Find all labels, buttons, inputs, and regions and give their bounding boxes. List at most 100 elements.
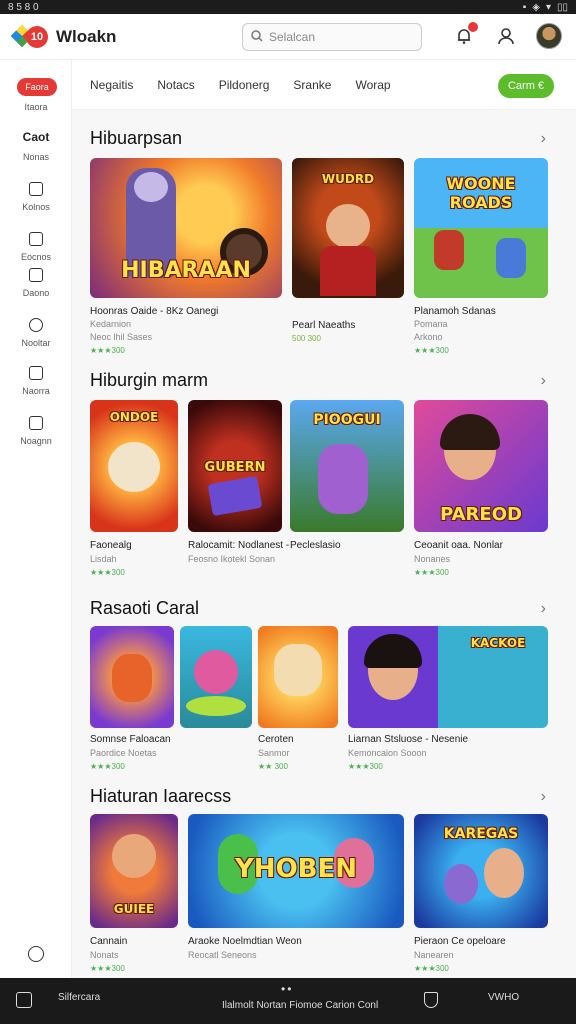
game-rating: ★★★300 — [90, 762, 125, 771]
sidebar-help[interactable] — [0, 946, 72, 968]
app-logo[interactable]: 10 — [10, 22, 48, 52]
sidebar-item-apps[interactable]: Kolnos — [0, 182, 72, 212]
game-rating: ★★★300 — [414, 568, 449, 577]
tab-0[interactable]: Negaitis — [90, 78, 133, 92]
game-thumbnail: WUDRD — [292, 158, 404, 298]
tab-4[interactable]: Worap — [355, 78, 390, 92]
game-art-caption: YHOBEN — [234, 854, 358, 884]
section-1: Hiburgin marm › ONDOE Faonealg Lisdah ★★… — [72, 360, 576, 600]
game-title: Pearl Naeaths — [292, 320, 356, 331]
game-art-caption: PIOOGUI — [313, 412, 381, 428]
game-rating: ★★★300 — [90, 964, 125, 973]
sidebar-item-library[interactable]: Naorra — [0, 366, 72, 396]
game-thumbnail: GUBERN — [188, 400, 282, 532]
game-subtitle-2: Arkono — [414, 332, 443, 342]
sidebar-item-kids[interactable]: Nooltar — [0, 318, 72, 348]
game-title: Liarnan Stsluose - Nesenie — [348, 734, 469, 745]
bottom-bar: Silfercara •• Ilalmolt Nortan Fiomoe Car… — [0, 978, 576, 1024]
game-thumbnail — [258, 626, 338, 728]
sidebar-heading: Caot — [22, 130, 50, 144]
sidebar-item-label: Nooltar — [21, 338, 51, 348]
game-subtitle: Lisdah — [90, 554, 117, 564]
sidebar-item-home[interactable]: Itaora — [0, 102, 72, 112]
game-subtitle: Nonanes — [414, 554, 451, 564]
chevron-right-icon[interactable]: › — [541, 600, 546, 618]
app-header: 10 Wloakn Selalcan — [0, 14, 576, 60]
sidebar-item-label: Kolnos — [22, 202, 50, 212]
game-thumbnail: HIBARAAN — [90, 158, 282, 298]
sidebar-item-offers[interactable]: Noagnn — [0, 416, 72, 446]
header-actions — [452, 22, 562, 49]
sidebar-active-pill[interactable]: Faora — [17, 78, 57, 96]
grid-icon — [29, 182, 43, 196]
section-title: Hibuarpsan — [90, 128, 183, 148]
game-subtitle: Kemoncaion Sooon — [348, 748, 427, 758]
sidebar-item-movies[interactable]: Eocnos — [0, 232, 72, 262]
section-0: Hibuarpsan › HIBARAAN Hoonras Oaide - 8K… — [72, 110, 576, 360]
game-subtitle: Nanearen — [414, 950, 454, 960]
section-title: Hiburgin marm — [90, 370, 209, 390]
search-input[interactable]: Selalcan — [242, 23, 422, 51]
game-subtitle: Reocatl Seneons — [188, 950, 257, 960]
bottom-home-button[interactable] — [16, 992, 32, 1008]
game-subtitle: Pomana — [414, 319, 448, 329]
game-art-caption: HIBARAAN — [121, 258, 251, 283]
section-2: Rasaoti Caral › Somnse Faloacan Paordice… — [72, 588, 576, 778]
section-title: Hiaturan Iaarecss — [90, 786, 232, 806]
section-title: Rasaoti Caral — [90, 598, 200, 618]
chevron-right-icon[interactable]: › — [541, 130, 546, 148]
library-icon — [29, 366, 43, 380]
game-title: Faonealg — [90, 540, 132, 551]
sidebar-item-label: Daono — [22, 288, 50, 298]
sidebar-item-games[interactable]: Caot Nonas — [0, 130, 72, 162]
game-subtitle: Paordice Noetas — [90, 748, 157, 758]
notification-icon: ▪ — [522, 1, 527, 13]
tab-2[interactable]: Pildonerg — [219, 78, 270, 92]
tab-3[interactable]: Sranke — [293, 78, 331, 92]
game-subtitle: Kedarnion — [90, 319, 132, 329]
profile-button[interactable] — [494, 24, 518, 48]
bottom-shield-button[interactable] — [424, 992, 438, 1008]
wifi-icon: ▾ — [545, 1, 551, 13]
bottom-right-label[interactable]: VWHO — [488, 992, 519, 1003]
game-thumbnail — [180, 626, 252, 728]
chevron-right-icon[interactable]: › — [541, 788, 546, 806]
game-thumbnail: WOONE ROADS — [414, 158, 548, 298]
bottom-center-label[interactable]: Ilalmolt Nortan Fiomoe Carion Conl — [222, 1000, 378, 1011]
avatar[interactable] — [536, 23, 562, 49]
game-art-caption: GUBERN — [204, 460, 266, 475]
chevron-right-icon[interactable]: › — [541, 372, 546, 390]
game-art-caption: WUDRD — [321, 172, 375, 186]
search-icon — [251, 29, 263, 45]
sidebar-item-label: Nonas — [22, 152, 49, 162]
game-subtitle-2: Neoc lhil Sases — [90, 332, 153, 342]
more-dots-icon[interactable]: •• — [281, 982, 293, 996]
game-rating: ★★★300 — [414, 346, 449, 355]
game-title: Cannain — [90, 936, 128, 947]
notifications-button[interactable] — [452, 22, 478, 48]
game-art-caption: WOONE ROADS — [446, 174, 516, 212]
game-title: Hoonras Oaide - 8Kz Oanegi — [90, 306, 219, 317]
game-thumbnail: KACKOE — [348, 626, 548, 728]
bottom-center-text: Ilalmolt Nortan Fiomoe Carion Conl — [222, 1000, 379, 1011]
game-art-caption: KACKOE — [470, 636, 526, 650]
game-art-caption: ONDOE — [109, 410, 159, 424]
sidebar-item-label: Eocnos — [20, 252, 52, 262]
brand-name: Wloakn — [56, 26, 117, 46]
game-title: Somnse Faloacan — [90, 734, 171, 745]
sidebar-item-books[interactable]: Daono — [0, 268, 72, 298]
bottom-left-label[interactable]: Silfercara — [58, 992, 100, 1003]
status-time: 8 5 8 0 — [8, 1, 39, 13]
tabs-cta-button[interactable]: Carm € — [498, 74, 554, 98]
game-title: Pieraon Ce opeloare — [414, 936, 506, 947]
status-icons: ▪ ◈ ▾ ▯▯ — [523, 2, 568, 13]
game-title: Ceroten — [258, 734, 294, 745]
tab-1[interactable]: Notacs — [157, 78, 194, 92]
game-rating: ★★★300 — [414, 964, 449, 973]
game-title: Araoke Noelmdtian Weon — [188, 936, 302, 947]
location-icon: ◈ — [532, 1, 540, 13]
status-bar: 8 5 8 0 ▪ ◈ ▾ ▯▯ — [0, 0, 576, 14]
game-thumbnail: PAREOD — [414, 400, 548, 532]
battery-icon: ▯▯ — [556, 1, 568, 13]
user-icon — [498, 28, 514, 45]
